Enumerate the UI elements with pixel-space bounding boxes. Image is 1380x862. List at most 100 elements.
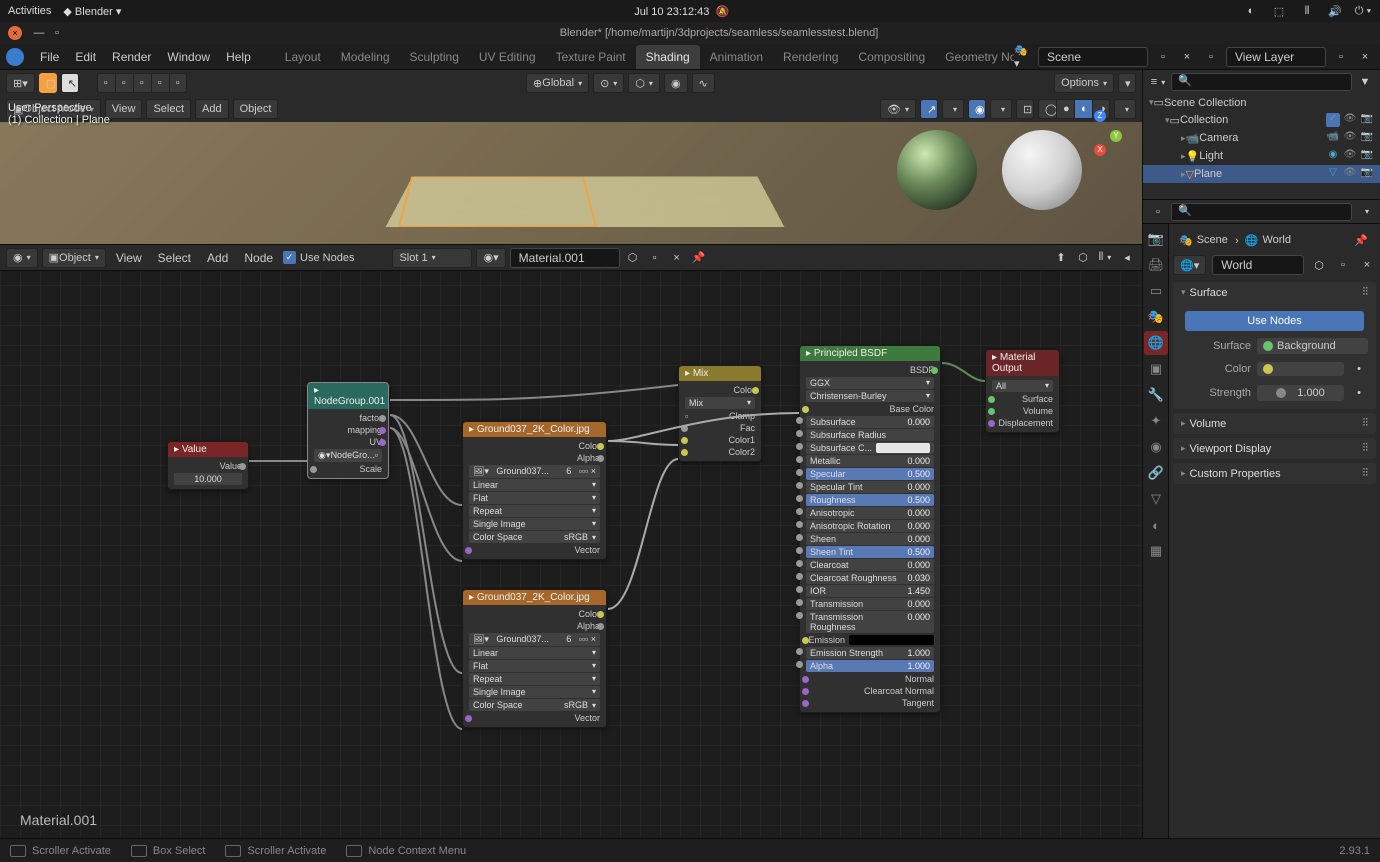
- bsdf-row[interactable]: Subsurface0.000: [806, 416, 934, 428]
- world-unlink-icon[interactable]: ×: [1358, 256, 1376, 274]
- props-tab-material-icon[interactable]: ◐: [1144, 513, 1168, 537]
- tray-steam-icon[interactable]: ◐: [1242, 2, 1260, 20]
- node-hdr-icon-3[interactable]: ⫴: [1096, 249, 1114, 267]
- menu-file[interactable]: File: [32, 46, 67, 68]
- node-menu-add[interactable]: Add: [201, 247, 234, 269]
- material-unlink-icon[interactable]: ×: [668, 249, 686, 267]
- tab-compositing[interactable]: Compositing: [848, 45, 935, 69]
- snap-dropdown[interactable]: ⬡: [628, 73, 660, 93]
- tab-uv-editing[interactable]: UV Editing: [469, 45, 546, 69]
- material-name-field[interactable]: Material.001: [510, 248, 620, 268]
- node-editor-type[interactable]: ◉: [6, 248, 38, 268]
- axis-y-icon[interactable]: Y: [1110, 130, 1122, 142]
- props-search[interactable]: 🔍: [1171, 203, 1352, 221]
- node-value-field[interactable]: 10.000: [174, 473, 242, 485]
- nav-gizmo[interactable]: Z Y X: [1072, 110, 1122, 160]
- panel-custom-properties[interactable]: ▸ Custom Properties⫶⫶: [1173, 463, 1376, 484]
- props-tab-constraint-icon[interactable]: 🔗: [1144, 461, 1168, 485]
- material-pin-icon[interactable]: 📌: [690, 249, 708, 267]
- selmode-2[interactable]: ▫: [115, 73, 133, 93]
- props-tab-viewlayer-icon[interactable]: ▭: [1144, 279, 1168, 303]
- node-bsdf-title[interactable]: ▸ Principled BSDF: [800, 346, 940, 361]
- node-value[interactable]: ▸ Value Value 10.000: [167, 441, 249, 490]
- props-tab-modifier-icon[interactable]: 🔧: [1144, 383, 1168, 407]
- world-color-field[interactable]: [1257, 362, 1344, 376]
- bsdf-row[interactable]: Subsurface Radius: [806, 429, 934, 441]
- blender-logo-icon[interactable]: [6, 48, 24, 66]
- world-strength-field[interactable]: 1.000: [1257, 385, 1344, 401]
- world-new-icon[interactable]: ▫: [1334, 256, 1352, 274]
- panel-viewport-display[interactable]: ▸ Viewport Display⫶⫶: [1173, 438, 1376, 459]
- props-options-icon[interactable]: [1356, 203, 1374, 221]
- maximize-button[interactable]: ▫: [48, 24, 66, 42]
- bsdf-row[interactable]: IOR1.450: [806, 585, 934, 597]
- bsdf-row[interactable]: Anisotropic0.000: [806, 507, 934, 519]
- selmode-1[interactable]: ▫: [97, 73, 115, 93]
- node-img1-title[interactable]: ▸ Ground037_2K_Color.jpg: [463, 422, 606, 437]
- outliner-scene-collection[interactable]: ▾ ▭ Scene Collection: [1143, 94, 1380, 111]
- menu-help[interactable]: Help: [218, 46, 259, 68]
- tab-shading[interactable]: Shading: [636, 45, 700, 69]
- bsdf-row[interactable]: Subsurface C...: [806, 442, 934, 454]
- gizmo-toggle-icon[interactable]: ↗: [920, 99, 938, 119]
- outliner-camera[interactable]: ▸ 📹 Camera 📹👁📷: [1143, 129, 1380, 147]
- proportional-edit-icon[interactable]: ◉: [664, 73, 688, 93]
- visibility-dropdown[interactable]: 👁: [880, 99, 916, 119]
- outliner-collection[interactable]: ▾ ▭ Collection ✓👁📷: [1143, 111, 1380, 129]
- scene-delete-icon[interactable]: ×: [1178, 48, 1196, 66]
- viewlayer-delete-icon[interactable]: ×: [1356, 48, 1374, 66]
- props-tab-output-icon[interactable]: 🖨: [1144, 253, 1168, 277]
- tool-cursor-icon[interactable]: ↖: [61, 73, 79, 93]
- props-tab-data-icon[interactable]: ▽: [1144, 487, 1168, 511]
- tab-layout[interactable]: Layout: [275, 45, 331, 69]
- xray-icon[interactable]: ⊡: [1016, 99, 1034, 119]
- slot-dropdown[interactable]: Slot 1: [392, 248, 472, 268]
- tab-sculpting[interactable]: Sculpting: [400, 45, 469, 69]
- node-menu-node[interactable]: Node: [238, 247, 279, 269]
- tab-modeling[interactable]: Modeling: [331, 45, 400, 69]
- selmode-4[interactable]: ▫: [151, 73, 169, 93]
- node-image-texture-2[interactable]: ▸ Ground037_2K_Color.jpg Color Alpha 🖼▾ …: [462, 589, 607, 728]
- bsdf-row[interactable]: Sheen Tint0.500: [806, 546, 934, 558]
- viewport-plane[interactable]: [386, 177, 785, 227]
- props-browse-icon[interactable]: ▫: [1149, 203, 1167, 221]
- scene-browse-icon[interactable]: 🎭▾: [1014, 48, 1032, 66]
- node-editor[interactable]: ◉ ▣ Object View Select Add Node ✓ Use No…: [0, 245, 1142, 838]
- props-tab-physics-icon[interactable]: ◉: [1144, 435, 1168, 459]
- bsdf-row[interactable]: Anisotropic Rotation0.000: [806, 520, 934, 532]
- activities-label[interactable]: Activities: [8, 5, 51, 17]
- props-tab-render-icon[interactable]: 📷: [1144, 227, 1168, 251]
- bsdf-row[interactable]: Transmission0.000: [806, 598, 934, 610]
- bsdf-row[interactable]: Clearcoat0.000: [806, 559, 934, 571]
- curve-icon[interactable]: ∿: [692, 73, 715, 93]
- tray-dropbox-icon[interactable]: ⬚: [1270, 2, 1288, 20]
- bsdf-row[interactable]: Sheen0.000: [806, 533, 934, 545]
- bsdf-row[interactable]: Transmission Roughness0.000: [806, 611, 934, 633]
- outliner-mode-dropdown[interactable]: ≡: [1149, 73, 1167, 91]
- bsdf-row[interactable]: Roughness0.500: [806, 494, 934, 506]
- props-pin-icon[interactable]: 📌: [1352, 231, 1370, 249]
- tab-rendering[interactable]: Rendering: [773, 45, 848, 69]
- shading-wire-icon[interactable]: ◯: [1038, 99, 1056, 119]
- tray-power-icon[interactable]: ⏻ ▾: [1354, 2, 1372, 20]
- world-name-field[interactable]: World: [1212, 255, 1304, 275]
- axis-z-icon[interactable]: Z: [1094, 110, 1106, 122]
- viewlayer-new-icon[interactable]: ▫: [1332, 48, 1350, 66]
- props-tab-texture-icon[interactable]: ▦: [1144, 539, 1168, 563]
- menu-edit[interactable]: Edit: [67, 46, 104, 68]
- clock[interactable]: Jul 10 23:12:43: [634, 6, 709, 18]
- node-principled-bsdf[interactable]: ▸ Principled BSDF BSDF GGX Christensen-B…: [799, 345, 941, 713]
- orientation-dropdown[interactable]: ⊕ Global: [526, 73, 589, 93]
- viewlayer-field[interactable]: View Layer: [1226, 47, 1326, 67]
- menu-window[interactable]: Window: [159, 46, 218, 68]
- node-nodegroup-title[interactable]: ▸ NodeGroup.001: [308, 383, 388, 409]
- bsdf-row[interactable]: Specular0.500: [806, 468, 934, 480]
- tab-animation[interactable]: Animation: [700, 45, 773, 69]
- outliner-plane[interactable]: ▸ ▽ Plane ▽👁📷: [1143, 165, 1380, 183]
- tab-geometry-nodes[interactable]: Geometry No: [935, 45, 1014, 69]
- props-tab-world-icon[interactable]: 🌐: [1144, 331, 1168, 355]
- tool-select-box-icon[interactable]: ▢: [39, 73, 57, 93]
- surface-shader-dropdown[interactable]: Background: [1257, 338, 1368, 354]
- node-mix-title[interactable]: ▸ Mix: [679, 366, 761, 381]
- bsdf-row[interactable]: Metallic0.000: [806, 455, 934, 467]
